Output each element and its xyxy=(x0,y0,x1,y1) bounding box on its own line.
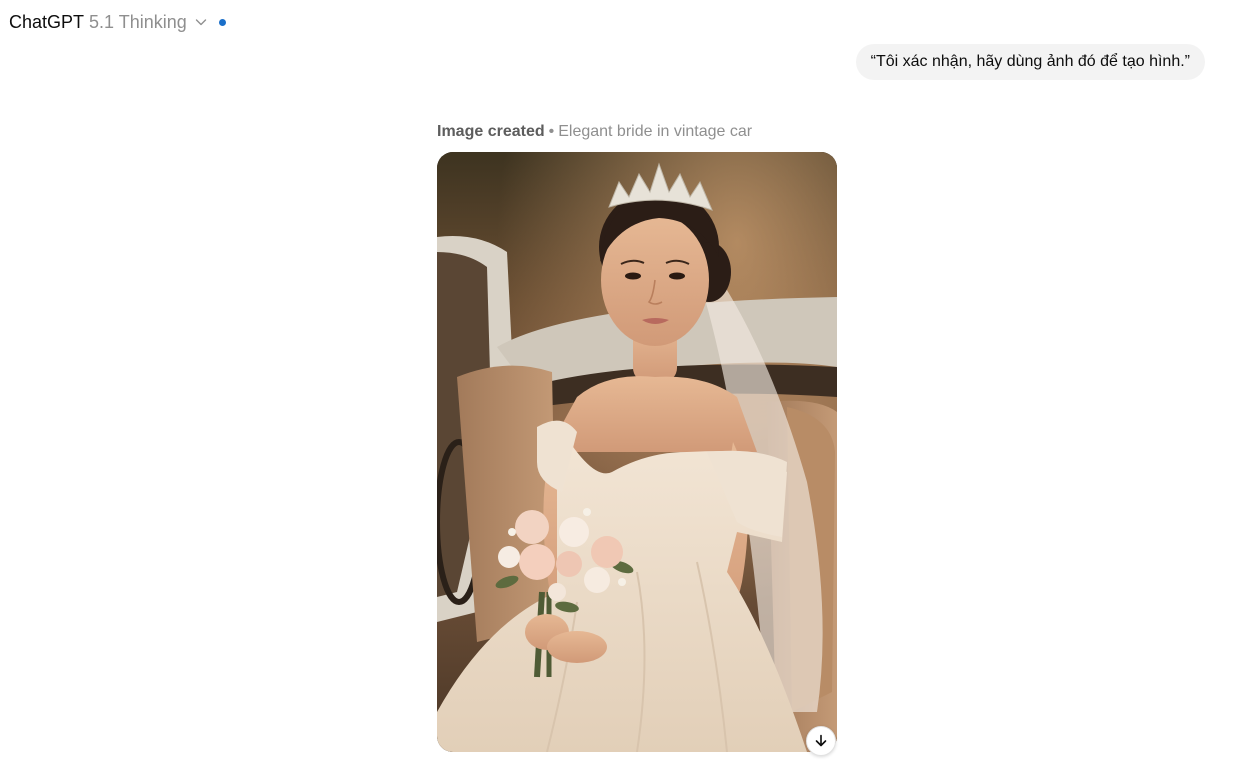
arrow-down-icon xyxy=(813,733,829,749)
image-status-label: Image created xyxy=(437,123,545,140)
chevron-down-icon[interactable] xyxy=(193,14,209,30)
caption-separator: • xyxy=(548,123,555,140)
status-dot xyxy=(218,18,226,26)
model-switcher[interactable]: ChatGPT 5.1 Thinking xyxy=(9,10,209,34)
generated-image[interactable] xyxy=(437,152,837,752)
bride-illustration xyxy=(437,152,837,752)
image-title: Elegant bride in vintage car xyxy=(558,123,753,140)
user-message-bubble: “Tôi xác nhận, hãy dùng ảnh đó để tạo hì… xyxy=(855,44,1205,80)
image-caption: Image created • Elegant bride in vintage c… xyxy=(437,122,752,142)
download-button[interactable] xyxy=(806,726,836,756)
model-name[interactable]: 5.1 Thinking xyxy=(89,10,187,34)
header: ChatGPT 5.1 Thinking xyxy=(9,10,226,34)
app-name[interactable]: ChatGPT xyxy=(9,10,84,34)
user-message-text: “Tôi xác nhận, hãy dùng ảnh đó để tạo hì… xyxy=(870,53,1190,70)
chat-page: ChatGPT 5.1 Thinking “Tôi xác nhận, hãy … xyxy=(0,0,1233,772)
